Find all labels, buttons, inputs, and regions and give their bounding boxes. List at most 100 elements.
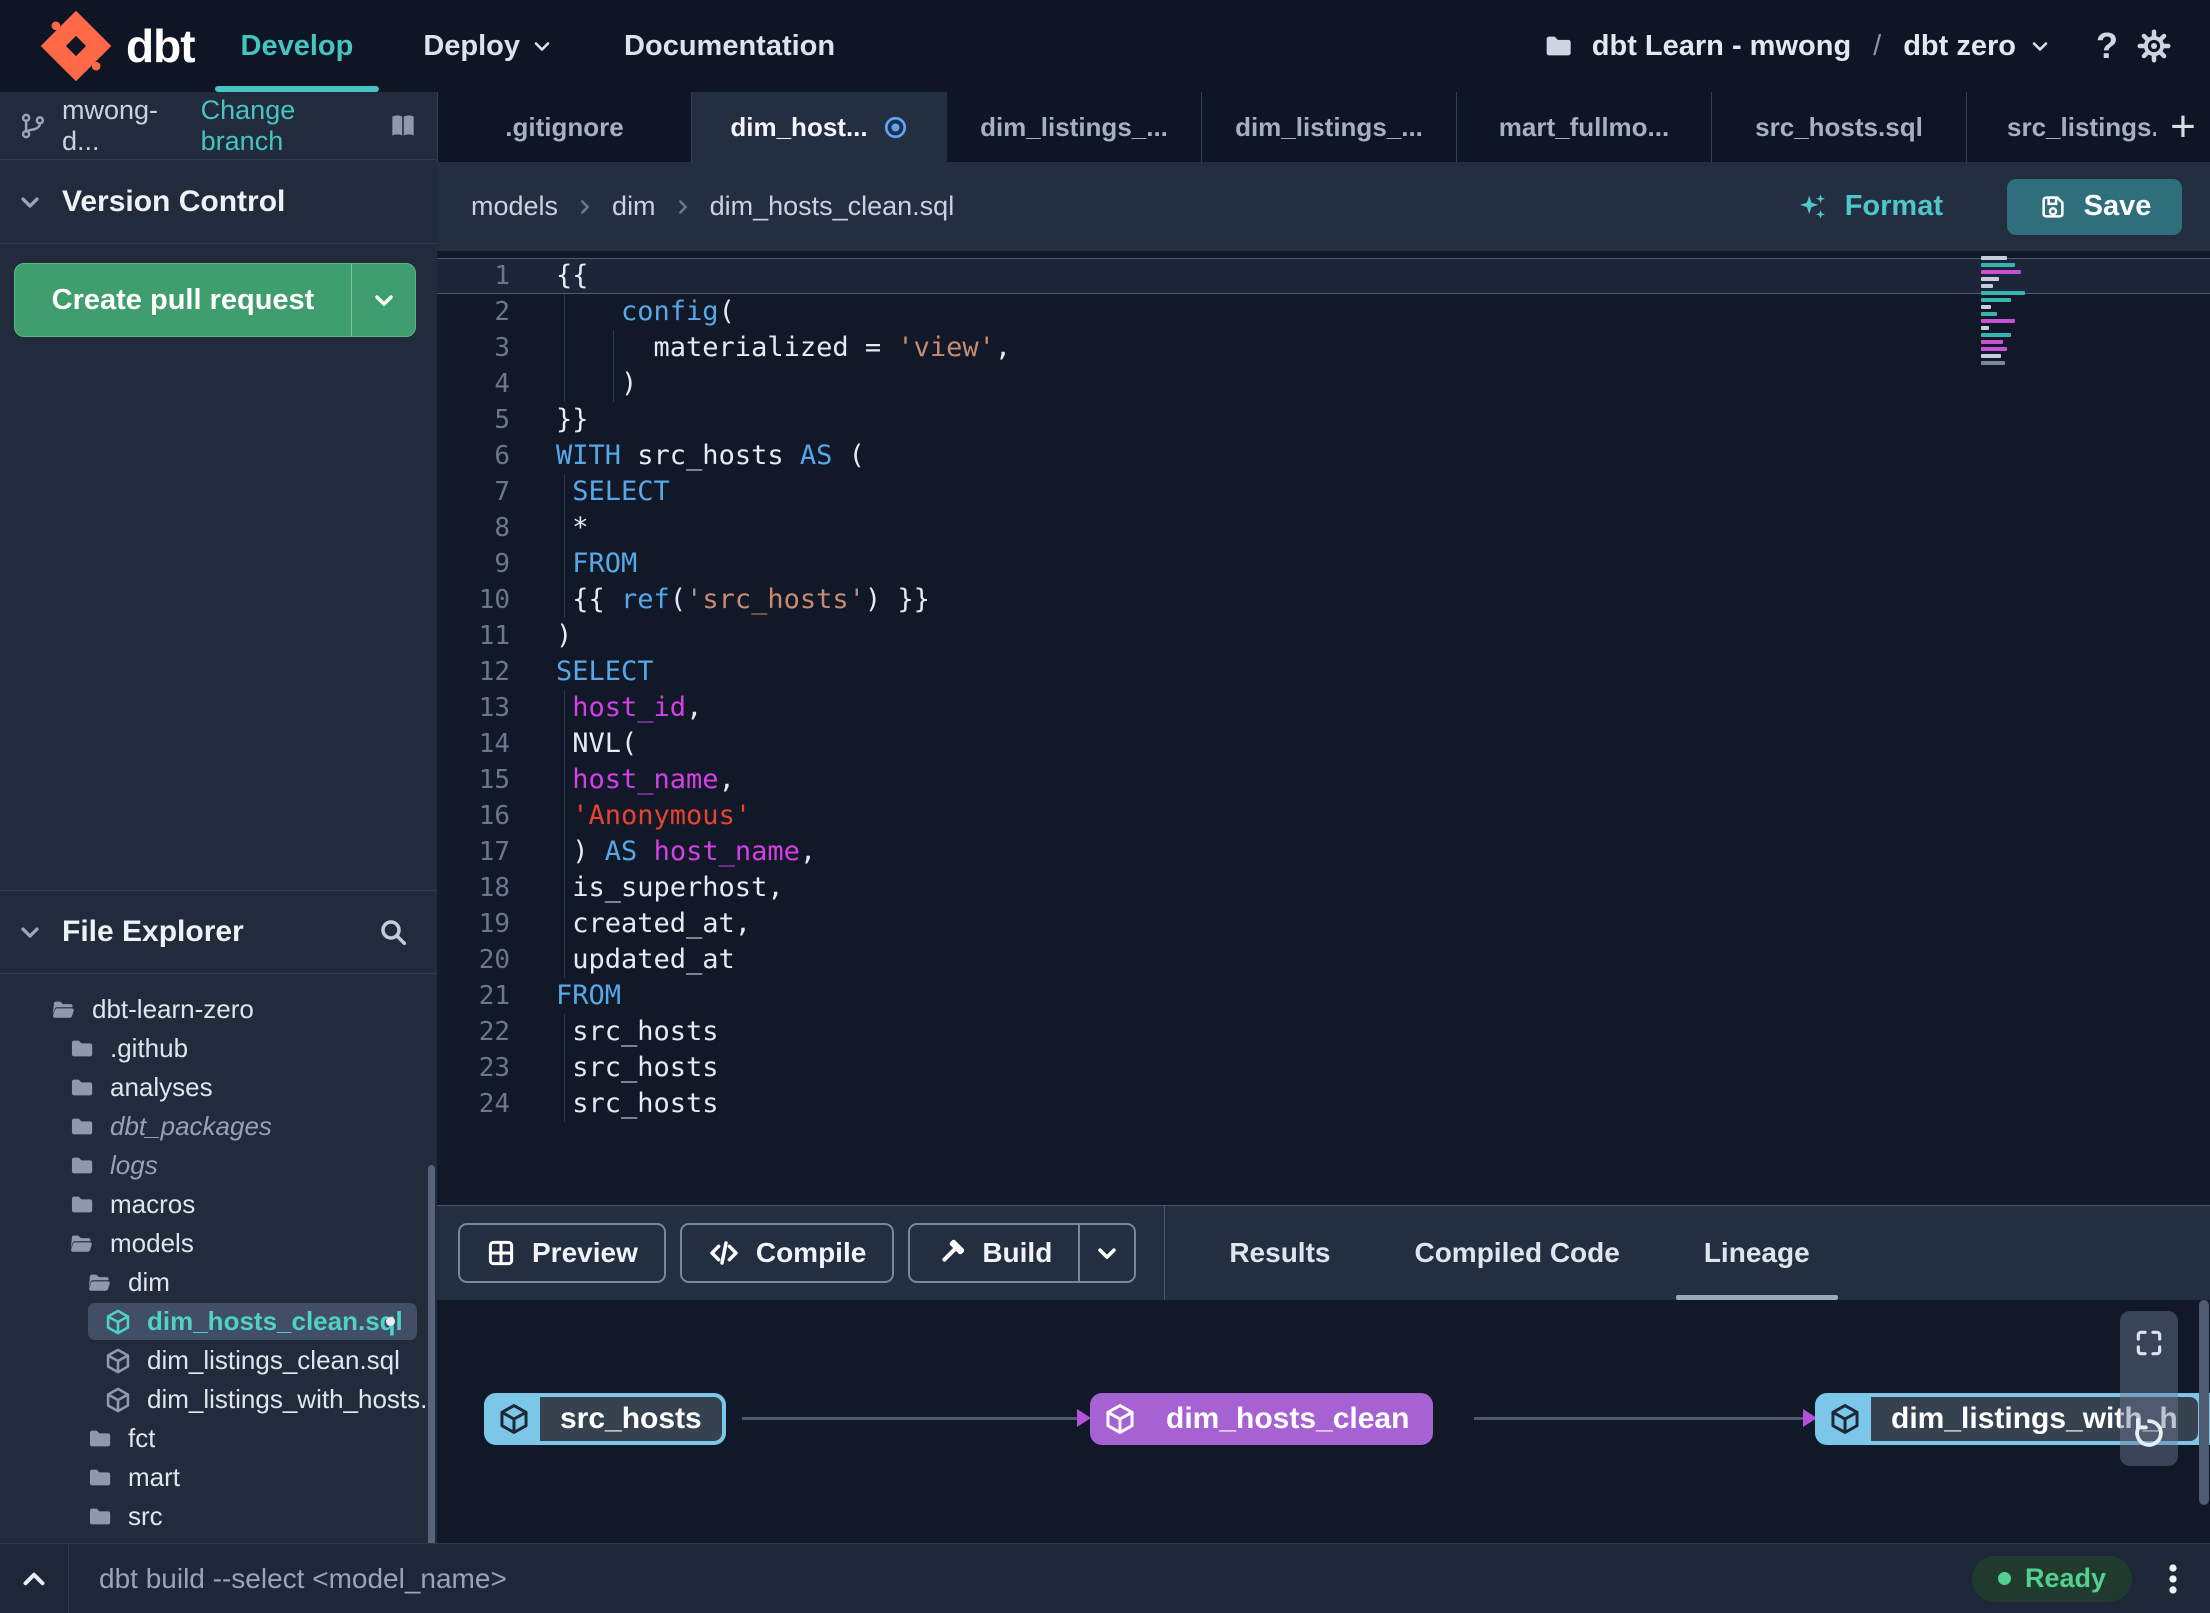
help-button[interactable]: ? [2096,25,2118,67]
lineage-node-dim-hosts-clean[interactable]: dim_hosts_clean [1090,1393,1434,1445]
command-input[interactable]: dbt build --select <model_name> [99,1563,507,1595]
format-button[interactable]: Format [1795,190,1943,224]
editor-tab-src-hosts-sql[interactable]: src_hosts.sql [1712,92,1967,162]
code-line-9[interactable]: 9 FROM [437,546,2210,582]
code-line-3[interactable]: 3 materialized = 'view', [437,330,2210,366]
breadcrumb-item[interactable]: models [471,191,558,222]
folder-open-icon [50,996,77,1023]
code-line-24[interactable]: 24 src_hosts [437,1086,2210,1122]
tree-item-dim-listings-with-hosts-[interactable]: dim_listings_with_hosts... [0,1380,437,1419]
pr-dropdown-button[interactable] [351,264,415,336]
tab-compiled-code[interactable]: Compiled Code [1408,1206,1625,1300]
nav-deploy[interactable]: Deploy [423,0,554,92]
refresh-icon[interactable] [2130,1414,2168,1452]
breadcrumb-item[interactable]: dim [612,191,656,222]
lineage-canvas[interactable]: src_hosts dim_hosts_clean dim_listings_w… [437,1300,2210,1543]
editor-tab--gitignore[interactable]: .gitignore [437,92,692,162]
tree-item-analyses[interactable]: analyses [0,1068,437,1107]
new-tab-button[interactable]: + [2156,92,2210,162]
kebab-menu-icon[interactable] [2158,1562,2188,1596]
editor-tab-src-listings-[interactable]: src_listings. [1967,92,2156,162]
code-line-1[interactable]: 1 {{ [437,258,2210,294]
sidebar-scrollbar[interactable] [428,1165,435,1545]
code-line-23[interactable]: 23 src_hosts [437,1050,2210,1086]
code-token: src_hosts [556,1052,719,1083]
pr-button-wrap: Create pull request [0,244,437,337]
tree-item-models[interactable]: models [0,1224,437,1263]
tree-item-sources-yml[interactable]: sources.yml [0,1536,437,1543]
code-line-10[interactable]: 10 {{ ref('src_hosts') }} [437,582,2210,618]
project-name[interactable]: dbt Learn - mwong [1592,30,1851,63]
code-line-6[interactable]: 6 WITH src_hosts AS ( [437,438,2210,474]
code-text: ) [556,366,637,402]
expand-panel-button[interactable] [0,1562,68,1596]
tree-item-logs[interactable]: logs [0,1146,437,1185]
tree-item-mart[interactable]: mart [0,1458,437,1497]
nav-documentation[interactable]: Documentation [624,0,835,92]
code-line-20[interactable]: 20 updated_at [437,942,2210,978]
environment-selector[interactable]: dbt zero [1903,30,2052,63]
code-line-18[interactable]: 18 is_superhost, [437,870,2210,906]
code-line-14[interactable]: 14 NVL( [437,726,2210,762]
lineage-node-src-hosts[interactable]: src_hosts [484,1393,726,1445]
breadcrumb-item[interactable]: dim_hosts_clean.sql [710,191,955,222]
code-line-22[interactable]: 22 src_hosts [437,1014,2210,1050]
save-button[interactable]: Save [2007,178,2182,235]
tree-item-dbt-learn-zero[interactable]: dbt-learn-zero [0,990,437,1029]
dbt-logo[interactable]: dbt [0,10,241,82]
version-control-header[interactable]: Version Control [0,160,437,244]
editor-tab-dim-host-[interactable]: dim_host... [692,92,947,162]
chevron-down-icon [16,188,44,216]
build-dropdown-button[interactable] [1078,1225,1134,1281]
tree-item-dim[interactable]: dim [0,1263,437,1302]
branch-name[interactable]: mwong-d... [62,95,187,157]
file-explorer-header[interactable]: File Explorer [0,890,437,974]
folder-icon [1542,30,1574,62]
code-line-17[interactable]: 17 ) AS host_name, [437,834,2210,870]
file-explorer-title: File Explorer [62,915,244,948]
gear-icon[interactable] [2136,28,2172,64]
code-line-16[interactable]: 16 'Anonymous' [437,798,2210,834]
compile-button[interactable]: Compile [679,1223,895,1283]
code-line-21[interactable]: 21 FROM [437,978,2210,1014]
editor-tab-dim-listings-[interactable]: dim_listings_... [947,92,1202,162]
tree-item-dim-hosts-clean-sql[interactable]: dim_hosts_clean.sql [0,1302,437,1341]
tree-item-macros[interactable]: macros [0,1185,437,1224]
code-line-7[interactable]: 7 SELECT [437,474,2210,510]
change-branch-link[interactable]: Change branch [201,95,373,157]
panel-scrollbar[interactable] [2199,1300,2209,1505]
environment-name: dbt zero [1903,29,2016,62]
code-editor[interactable]: 1{{2 config(3 materialized = 'view', 4 ) 5… [437,252,2210,1205]
tab-results[interactable]: Results [1223,1206,1336,1300]
editor-tab-mart-fullmo-[interactable]: mart_fullmo... [1457,92,1712,162]
tab-lineage[interactable]: Lineage [1675,1206,1838,1300]
code-line-8[interactable]: 8 * [437,510,2210,546]
tree-item--github[interactable]: .github [0,1029,437,1068]
build-button[interactable]: Build [908,1223,1137,1283]
code-line-2[interactable]: 2 config( [437,294,2210,330]
tree-item-dim-listings-clean-sql[interactable]: dim_listings_clean.sql [0,1341,437,1380]
code-token: ( [832,440,865,471]
tree-item-fct[interactable]: fct [0,1419,437,1458]
code-line-5[interactable]: 5}} [437,402,2210,438]
code-line-13[interactable]: 13 host_id, [437,690,2210,726]
code-line-12[interactable]: 12 SELECT [437,654,2210,690]
editor-tab-dim-listings-[interactable]: dim_listings_... [1202,92,1457,162]
code-line-15[interactable]: 15 host_name, [437,762,2210,798]
docs-book-icon[interactable] [387,110,419,142]
code-line-11[interactable]: 11) [437,618,2210,654]
tree-item-dbt-packages[interactable]: dbt_packages [0,1107,437,1146]
search-icon[interactable] [377,916,421,948]
fullscreen-icon[interactable] [2133,1327,2165,1359]
tree-item-label: .github [110,1033,189,1063]
code-line-19[interactable]: 19 created_at, [437,906,2210,942]
minimap[interactable] [1981,256,2041,368]
preview-button[interactable]: Preview [458,1223,666,1283]
create-pull-request-button[interactable]: Create pull request [14,263,416,337]
hammer-icon [936,1238,966,1268]
line-number: 22 [478,1017,510,1047]
code-line-4[interactable]: 4 ) [437,366,2210,402]
line-number: 1 [494,261,510,291]
tree-item-src[interactable]: src [0,1497,437,1536]
nav-develop[interactable]: Develop [214,0,380,92]
